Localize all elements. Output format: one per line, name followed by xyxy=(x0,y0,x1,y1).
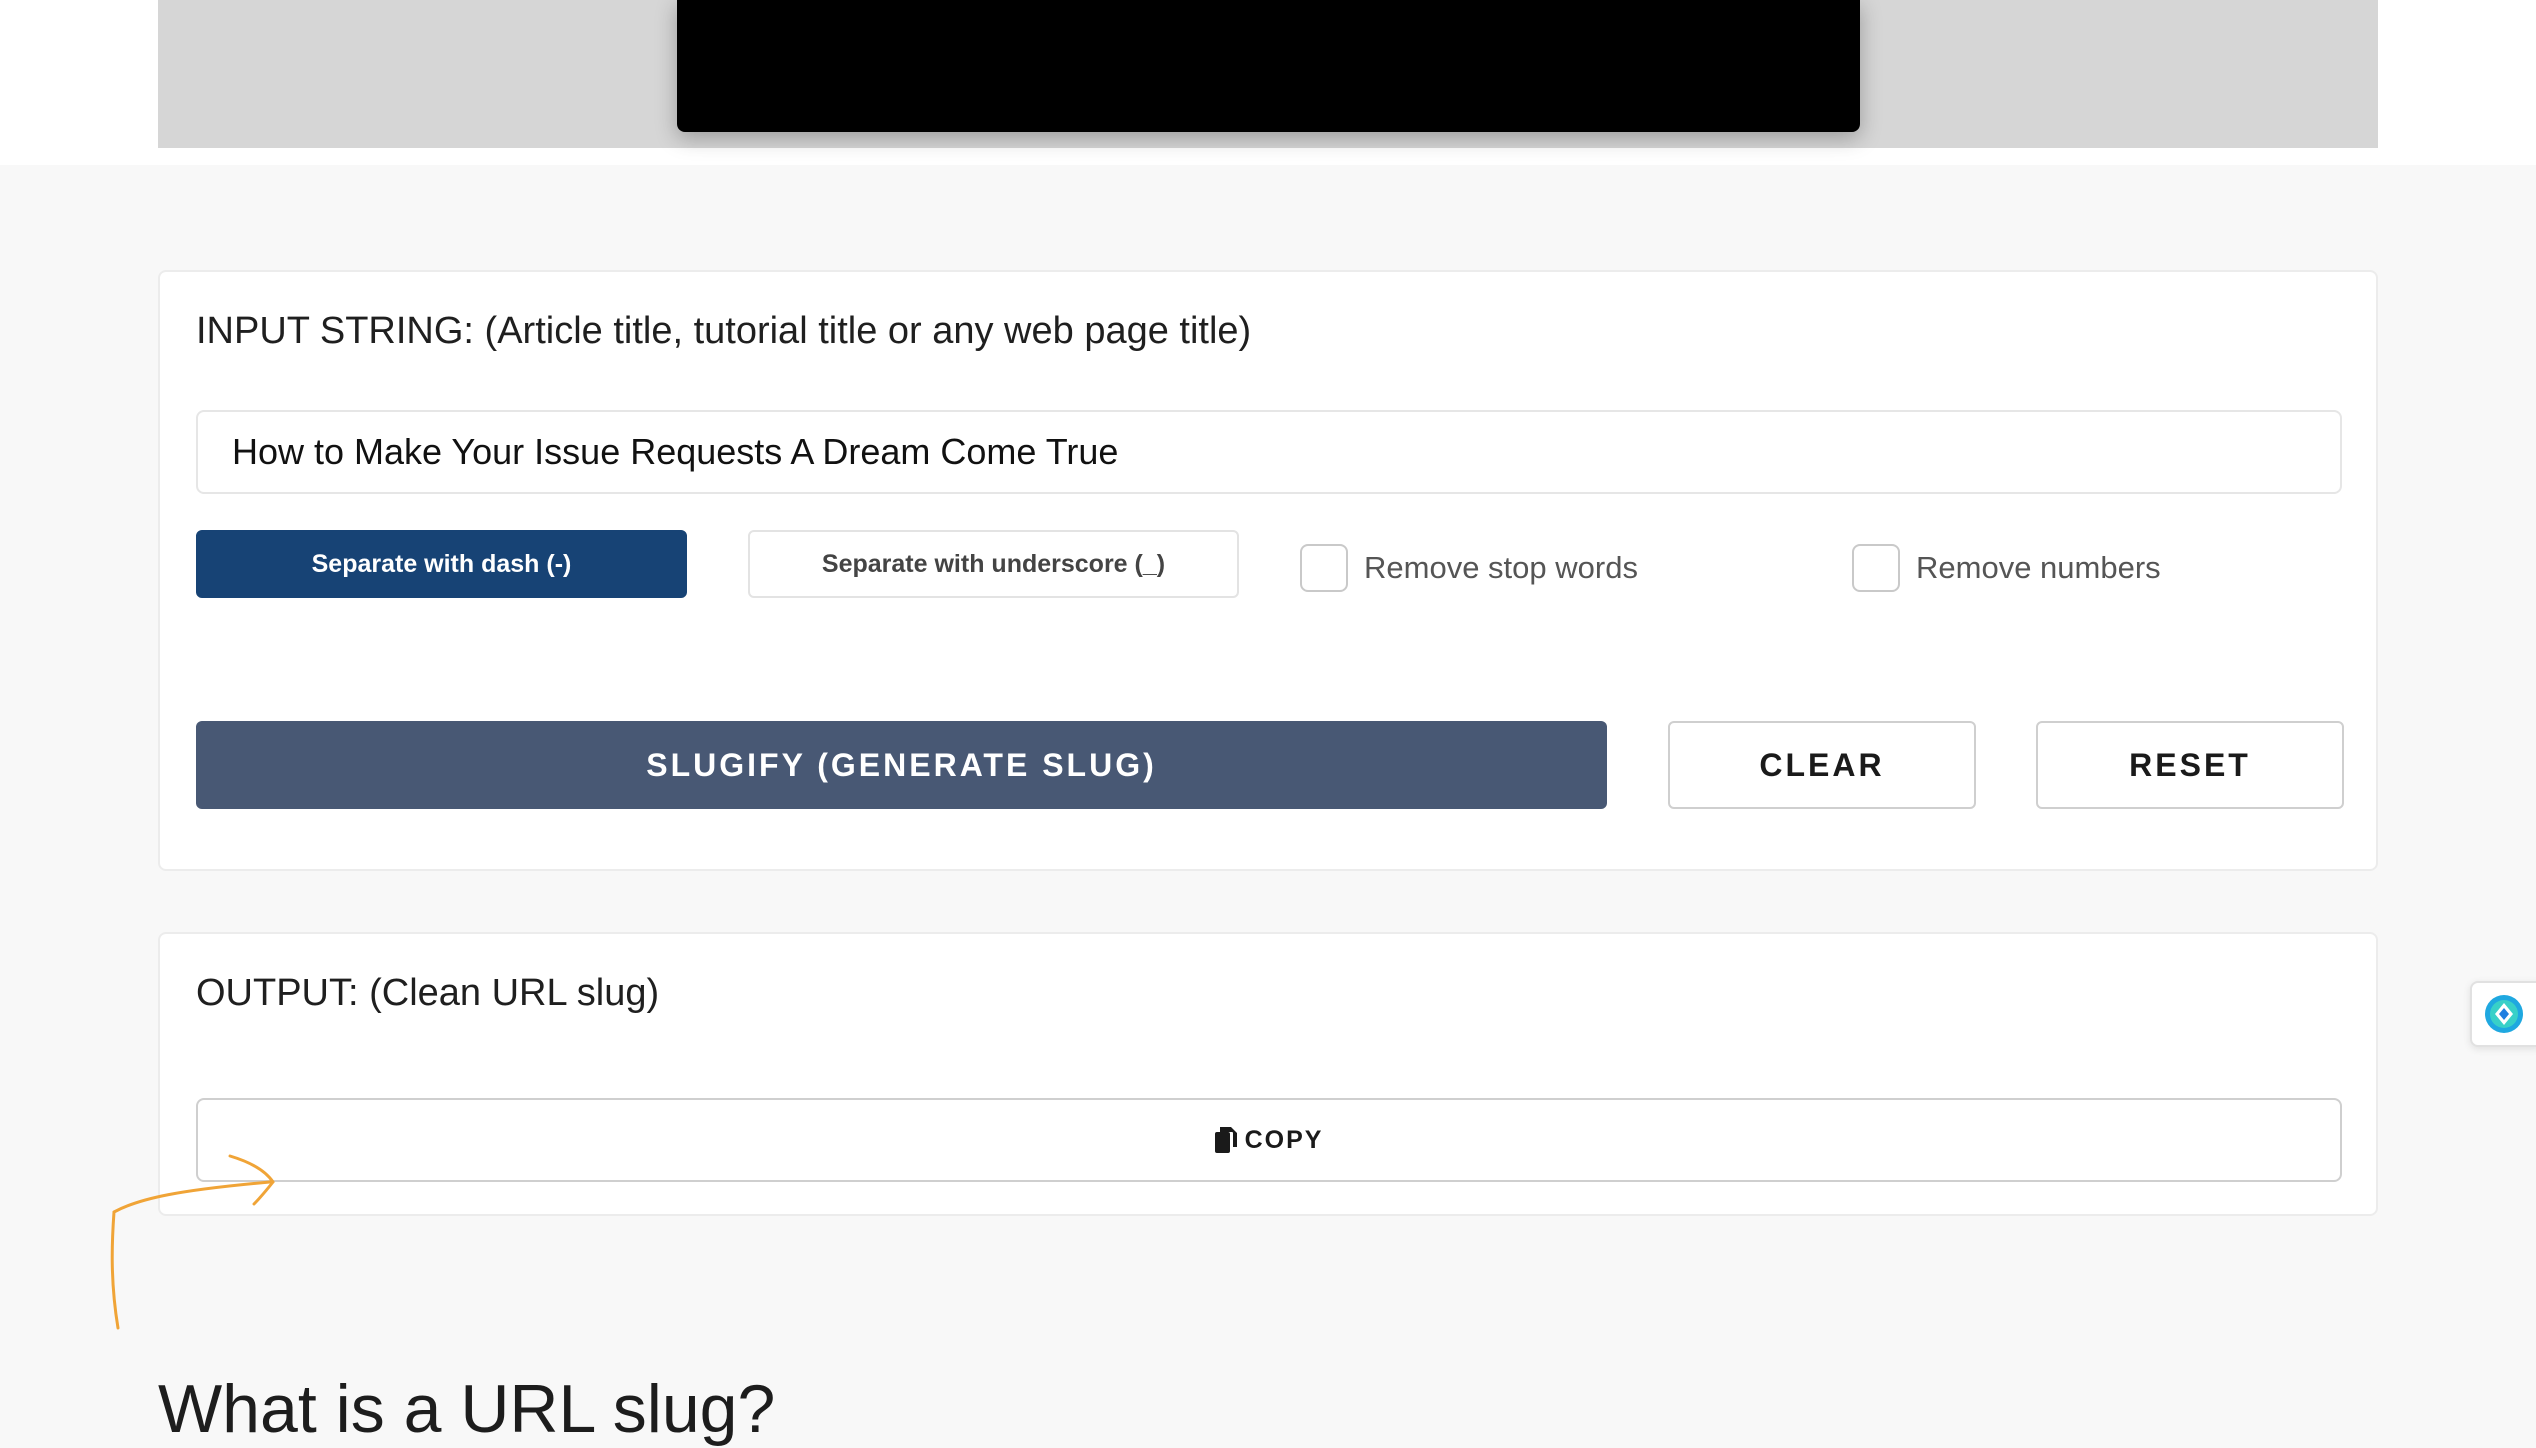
video-player[interactable] xyxy=(677,0,1860,132)
remove-numbers-checkbox[interactable] xyxy=(1852,544,1900,592)
input-card: INPUT STRING: (Article title, tutorial t… xyxy=(158,270,2378,871)
copy-button[interactable]: COPY xyxy=(196,1098,2342,1182)
output-label: OUTPUT: (Clean URL slug) xyxy=(196,972,660,1014)
reset-button[interactable]: RESET xyxy=(2036,721,2344,809)
output-card: OUTPUT: (Clean URL slug) COPY xyxy=(158,932,2378,1216)
article-heading: What is a URL slug? xyxy=(158,1371,776,1447)
copy-label: COPY xyxy=(1244,1125,1324,1154)
input-label: INPUT STRING: (Article title, tutorial t… xyxy=(196,310,1252,352)
copy-icon xyxy=(1214,1127,1237,1153)
title-input[interactable] xyxy=(196,410,2342,494)
remove-numbers-option[interactable]: Remove numbers xyxy=(1852,544,2161,592)
remove-stop-words-checkbox[interactable] xyxy=(1300,544,1348,592)
separate-underscore-button[interactable]: Separate with underscore (_) xyxy=(748,530,1239,598)
slugify-button[interactable]: SLUGIFY (GENERATE SLUG) xyxy=(196,721,1607,809)
remove-stop-words-label: Remove stop words xyxy=(1364,550,1638,585)
annotation-arrow xyxy=(110,1154,275,1330)
assistant-icon xyxy=(2485,995,2523,1033)
remove-numbers-label: Remove numbers xyxy=(1916,550,2161,585)
clear-button[interactable]: CLEAR xyxy=(1668,721,1976,809)
remove-stop-words-option[interactable]: Remove stop words xyxy=(1300,544,1638,592)
separate-dash-button[interactable]: Separate with dash (-) xyxy=(196,530,687,598)
floating-widget[interactable] xyxy=(2470,981,2536,1047)
